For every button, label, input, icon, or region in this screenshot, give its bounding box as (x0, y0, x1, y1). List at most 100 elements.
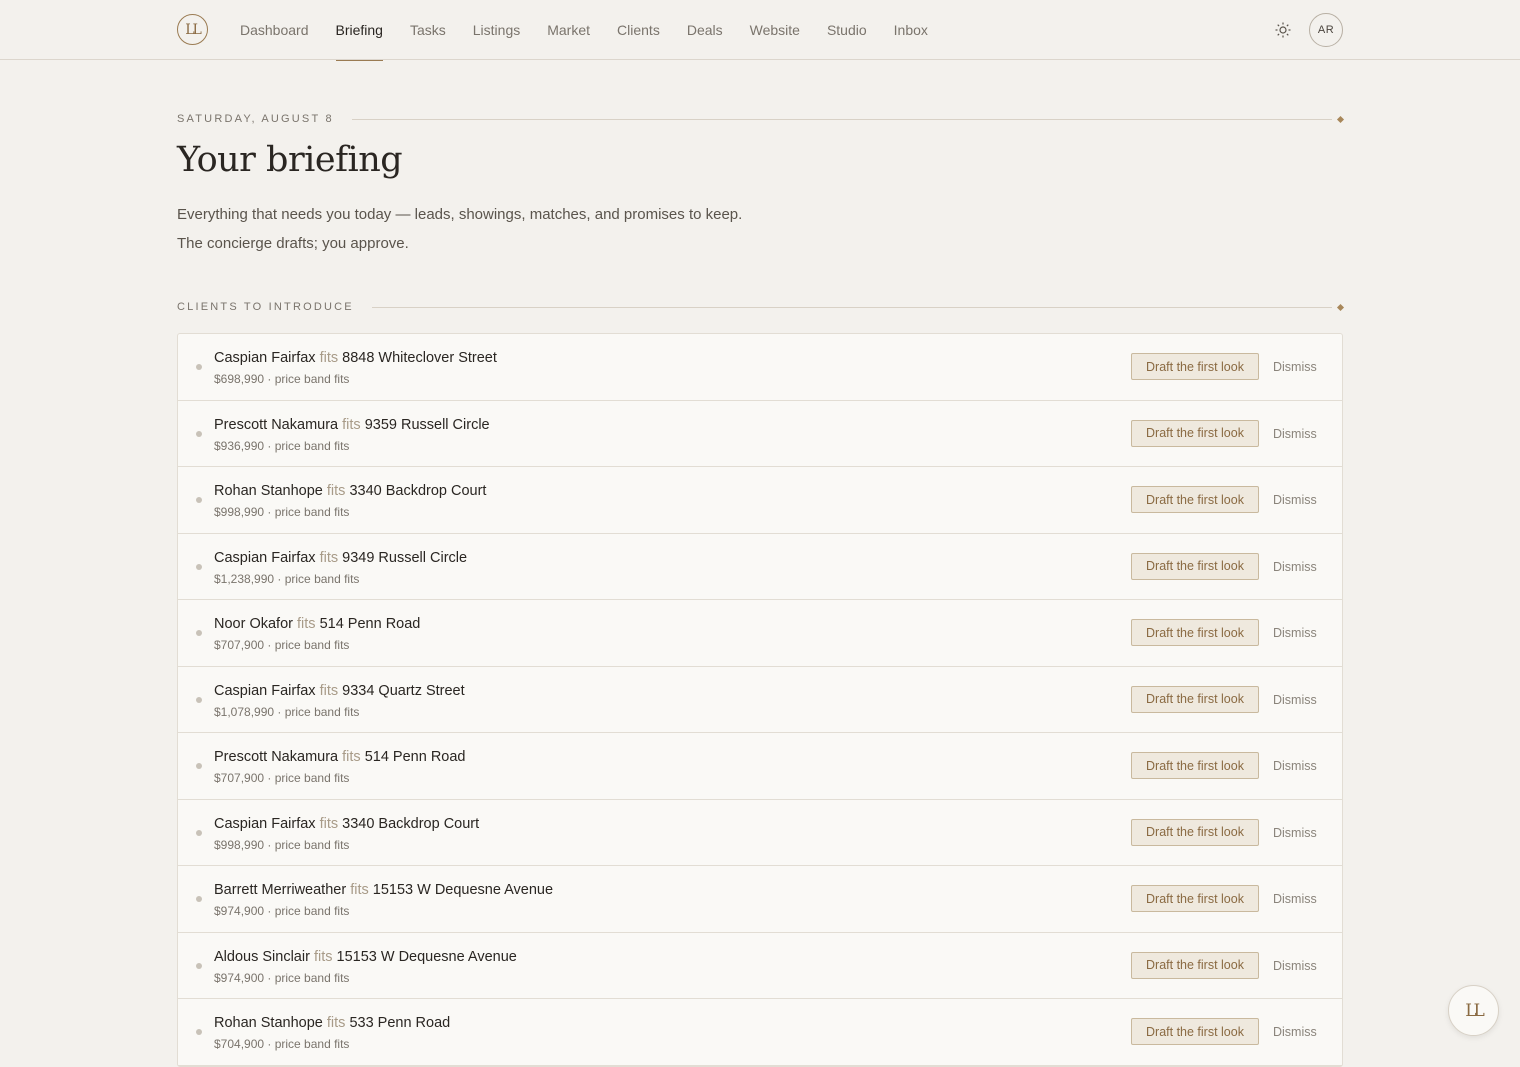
status-dot-icon (196, 896, 202, 902)
status-dot-icon (196, 497, 202, 503)
property-address[interactable]: 8848 Whiteclover Street (342, 350, 497, 366)
nav-item-dashboard[interactable]: Dashboard (240, 0, 309, 60)
dismiss-button[interactable]: Dismiss (1273, 360, 1317, 374)
match-detail: $998,990 · price band fits (214, 505, 350, 519)
nav-item-listings[interactable]: Listings (473, 0, 520, 60)
fits-connector: fits (326, 1015, 346, 1031)
match-title: Aldous Sinclair fits 15153 W Dequesne Av… (214, 949, 517, 965)
draft-first-look-button[interactable]: Draft the first look (1131, 419, 1259, 447)
list-item: Barrett Merriweather fits 15153 W Deques… (178, 866, 1342, 933)
property-address[interactable]: 533 Penn Road (349, 1015, 450, 1031)
fits-connector: fits (313, 948, 333, 965)
property-address[interactable]: 9349 Russell Circle (342, 550, 467, 566)
property-address[interactable]: 514 Penn Road (365, 749, 466, 765)
list-item: Prescott Nakamura fits 514 Penn Road $707… (178, 733, 1342, 800)
property-address[interactable]: 3340 Backdrop Court (342, 816, 479, 832)
nav-item-market[interactable]: Market (547, 0, 590, 60)
client-name[interactable]: Aldous Sinclair (214, 949, 310, 965)
fits-connector: fits (319, 549, 339, 566)
dismiss-button[interactable]: Dismiss (1273, 826, 1317, 840)
nav-item-clients[interactable]: Clients (617, 0, 660, 60)
client-name[interactable]: Caspian Fairfax (214, 550, 316, 566)
draft-first-look-button[interactable]: Draft the first look (1131, 1018, 1259, 1045)
draft-first-look-button[interactable]: Draft the first look (1131, 752, 1259, 779)
dismiss-button[interactable]: Dismiss (1273, 427, 1317, 441)
status-dot-icon (196, 563, 202, 570)
property-address[interactable]: 3340 Backdrop Court (349, 483, 486, 499)
brand-logo[interactable]: LL (177, 14, 208, 45)
divider (371, 306, 1332, 308)
nav-item-inbox[interactable]: Inbox (894, 0, 928, 60)
list-item: Aldous Sinclair fits 15153 W Dequesne Av… (178, 933, 1342, 999)
client-match-list: Caspian Fairfax fits 8848 Whiteclover St… (177, 333, 1343, 1067)
dismiss-button[interactable]: Dismiss (1273, 959, 1317, 973)
match-title: Caspian Fairfax fits 9334 Quartz Street (214, 683, 465, 699)
date-label: SATURDAY, AUGUST 8 (177, 113, 334, 125)
draft-first-look-button[interactable]: Draft the first look (1131, 951, 1259, 979)
draft-first-look-button[interactable]: Draft the first look (1131, 885, 1259, 912)
dismiss-button[interactable]: Dismiss (1273, 759, 1317, 773)
status-dot-icon (196, 696, 202, 703)
date-header: SATURDAY, AUGUST 8 (177, 112, 1345, 126)
fits-connector: fits (319, 682, 339, 699)
list-item: Noor Okafor fits 514 Penn Road $707,900 ·… (178, 600, 1342, 667)
dismiss-button[interactable]: Dismiss (1273, 693, 1317, 707)
nav-item-briefing[interactable]: Briefing (335, 0, 384, 61)
property-address[interactable]: 15153 W Dequesne Avenue (337, 949, 517, 965)
match-title: Rohan Stanhope fits 3340 Backdrop Court (214, 483, 486, 499)
fits-connector: fits (297, 616, 316, 632)
client-name[interactable]: Rohan Stanhope (214, 1015, 323, 1031)
property-address[interactable]: 15153 W Dequesne Avenue (373, 882, 553, 898)
nav-item-studio[interactable]: Studio (827, 0, 867, 60)
fits-connector: fits (319, 815, 339, 832)
draft-first-look-button[interactable]: Draft the first look (1131, 552, 1259, 580)
match-title: Prescott Nakamura fits 9359 Russell Circ… (214, 417, 490, 433)
dismiss-button[interactable]: Dismiss (1273, 1025, 1317, 1039)
list-item: Caspian Fairfax fits 8848 Whiteclover St… (178, 334, 1342, 401)
theme-toggle-sun-icon[interactable] (1273, 20, 1293, 40)
subtitle-line-1: Everything that needs you today — leads,… (177, 206, 743, 223)
status-dot-icon (196, 829, 202, 836)
match-title: Caspian Fairfax fits 9349 Russell Circle (214, 550, 467, 566)
client-name[interactable]: Barrett Merriweather (214, 882, 346, 898)
status-dot-icon (196, 430, 202, 437)
draft-first-look-button[interactable]: Draft the first look (1131, 619, 1259, 646)
dismiss-button[interactable]: Dismiss (1273, 493, 1317, 507)
client-name[interactable]: Prescott Nakamura (214, 749, 338, 765)
property-address[interactable]: 9334 Quartz Street (342, 683, 465, 699)
dismiss-button[interactable]: Dismiss (1273, 560, 1317, 574)
match-detail: $707,900 · price band fits (214, 771, 350, 785)
fits-connector: fits (319, 350, 339, 366)
concierge-button[interactable]: LL (1448, 985, 1499, 1036)
user-avatar[interactable]: AR (1309, 13, 1343, 47)
list-item: Rohan Stanhope fits 3340 Backdrop Court $… (178, 467, 1342, 534)
match-detail: $707,900 · price band fits (214, 638, 350, 652)
main-nav: Dashboard Briefing Tasks Listings Market Clie… (240, 0, 955, 61)
client-name[interactable]: Prescott Nakamura (214, 417, 338, 433)
client-name[interactable]: Caspian Fairfax (214, 350, 316, 366)
client-name[interactable]: Noor Okafor (214, 616, 293, 632)
draft-first-look-button[interactable]: Draft the first look (1131, 818, 1259, 846)
match-detail: $936,990 · price band fits (214, 438, 350, 453)
draft-first-look-button[interactable]: Draft the first look (1131, 486, 1259, 513)
client-name[interactable]: Caspian Fairfax (214, 816, 316, 832)
dismiss-button[interactable]: Dismiss (1273, 892, 1317, 906)
draft-first-look-button[interactable]: Draft the first look (1131, 685, 1259, 713)
dismiss-button[interactable]: Dismiss (1273, 626, 1317, 640)
list-item: Caspian Fairfax fits 3340 Backdrop Court… (178, 800, 1342, 866)
nav-item-website[interactable]: Website (750, 0, 800, 60)
status-dot-icon (196, 364, 202, 370)
match-detail: $698,990 · price band fits (214, 372, 350, 386)
status-dot-icon (196, 1029, 202, 1035)
draft-first-look-button[interactable]: Draft the first look (1131, 353, 1259, 380)
client-name[interactable]: Rohan Stanhope (214, 483, 323, 499)
client-name[interactable]: Caspian Fairfax (214, 683, 316, 699)
property-address[interactable]: 514 Penn Road (320, 616, 421, 632)
nav-item-deals[interactable]: Deals (687, 0, 723, 60)
match-title: Rohan Stanhope fits 533 Penn Road (214, 1015, 450, 1031)
nav-item-tasks[interactable]: Tasks (410, 0, 446, 60)
property-address[interactable]: 9359 Russell Circle (365, 417, 490, 433)
status-dot-icon (196, 962, 202, 969)
match-detail: $974,900 · price band fits (214, 904, 350, 918)
section-header: CLIENTS TO INTRODUCE (177, 300, 1345, 314)
